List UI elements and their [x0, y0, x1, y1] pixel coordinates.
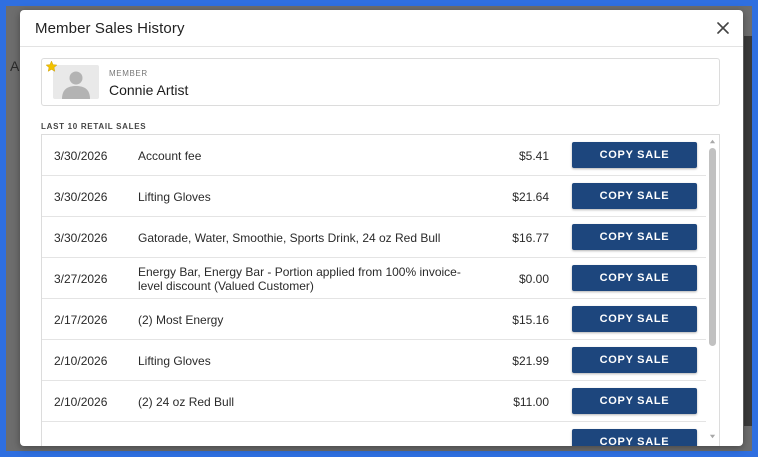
copy-sale-button[interactable]: COPY SALE	[572, 306, 697, 332]
background-glyph: A	[10, 58, 20, 74]
sale-amount: $16.77	[512, 230, 549, 245]
sale-date: 3/30/2026	[54, 189, 108, 204]
sale-description: Gatorade, Water, Smoothie, Sports Drink,…	[138, 230, 441, 245]
sale-description: Lifting Gloves	[138, 353, 211, 368]
sale-row: 2/10/2026 Lifting Gloves $21.99 COPY SAL…	[42, 340, 708, 381]
sale-row: 3/30/2026 Gatorade, Water, Smoothie, Spo…	[42, 217, 708, 258]
sale-description: (2) Most Energy	[138, 312, 224, 327]
background-strip	[744, 36, 752, 426]
sale-row: 3/27/2026 Energy Bar, Energy Bar - Porti…	[42, 258, 708, 299]
dialog-header: Member Sales History	[20, 10, 743, 47]
member-card: MEMBER Connie Artist	[41, 58, 720, 106]
dialog-title: Member Sales History	[35, 19, 185, 37]
sale-amount: $21.64	[512, 189, 549, 204]
sale-date: 2/10/2026	[54, 353, 108, 368]
copy-sale-button[interactable]: COPY SALE	[572, 347, 697, 373]
sale-row: 3/30/2026 Account fee $5.41 COPY SALE	[42, 135, 708, 176]
sale-description: Account fee	[138, 148, 202, 163]
copy-sale-button[interactable]: COPY SALE	[572, 388, 697, 414]
sale-row: 3/30/2026 Lifting Gloves $21.64 COPY SAL…	[42, 176, 708, 217]
person-icon	[62, 71, 90, 99]
copy-sale-button[interactable]: COPY SALE	[572, 429, 697, 446]
sale-amount	[472, 422, 549, 446]
sale-amount: $21.99	[512, 353, 549, 368]
copy-sale-button[interactable]: COPY SALE	[572, 224, 697, 250]
scroll-up-icon[interactable]	[709, 138, 716, 145]
scroll-down-icon[interactable]	[709, 433, 716, 440]
sale-date: 3/30/2026	[54, 230, 108, 245]
close-icon	[717, 22, 729, 34]
sale-date: 2/10/2026	[54, 394, 108, 409]
section-label: LAST 10 RETAIL SALES	[41, 122, 147, 131]
sale-description: Lifting Gloves	[138, 189, 211, 204]
copy-sale-button[interactable]: COPY SALE	[572, 142, 697, 168]
copy-sale-button[interactable]: COPY SALE	[572, 183, 697, 209]
member-sales-history-dialog: Member Sales History MEMBER Connie Artis…	[20, 10, 743, 446]
sale-amount: $15.16	[512, 312, 549, 327]
member-label: MEMBER	[109, 69, 148, 78]
sale-row: 2/10/2026 (2) 24 oz Red Bull $11.00 COPY…	[42, 381, 708, 422]
close-button[interactable]	[713, 18, 733, 38]
sale-row: COPY SALE	[42, 422, 708, 446]
sales-list: 3/30/2026 Account fee $5.41 COPY SALE 3/…	[42, 135, 708, 446]
sale-description	[138, 422, 473, 446]
sale-amount: $5.41	[518, 148, 549, 163]
sales-list-container[interactable]: 3/30/2026 Account fee $5.41 COPY SALE 3/…	[41, 134, 720, 446]
sale-row: 2/17/2026 (2) Most Energy $15.16 COPY SA…	[42, 299, 708, 340]
sale-date: 3/30/2026	[54, 148, 108, 163]
sale-description: (2) 24 oz Red Bull	[138, 394, 235, 409]
sale-amount: $11.00	[513, 394, 549, 409]
sale-amount: $0.00	[518, 271, 549, 286]
star-icon	[45, 60, 58, 72]
avatar	[53, 65, 99, 99]
member-name: Connie Artist	[109, 82, 189, 98]
copy-sale-button[interactable]: COPY SALE	[572, 265, 697, 291]
sale-date: 2/17/2026	[54, 312, 108, 327]
sales-scrollbar[interactable]	[706, 135, 719, 446]
sale-description: Energy Bar, Energy Bar - Portion applied…	[138, 264, 461, 293]
scroll-thumb[interactable]	[709, 148, 716, 346]
sale-date: 3/27/2026	[54, 271, 108, 286]
